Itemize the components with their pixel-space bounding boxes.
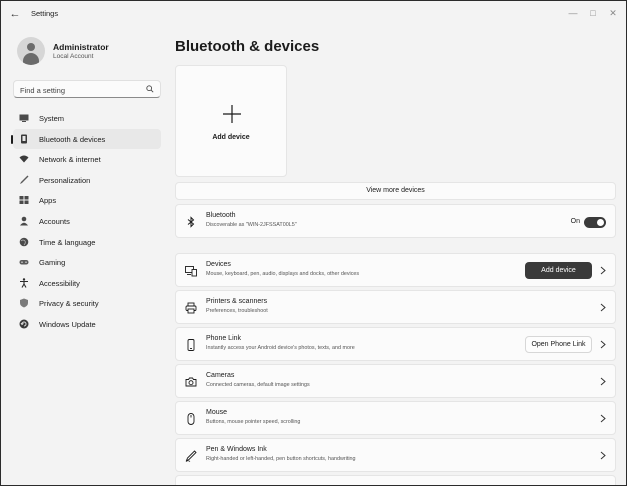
back-button[interactable]: ← bbox=[7, 6, 23, 22]
view-more-devices-button[interactable]: View more devices bbox=[175, 182, 616, 200]
globe-clock-icon bbox=[19, 237, 29, 246]
printers-subtitle: Preferences, troubleshoot bbox=[206, 308, 268, 314]
bluetooth-icon bbox=[187, 216, 195, 228]
sidebar-item-label: Time & language bbox=[39, 237, 96, 247]
mouse-icon bbox=[187, 413, 195, 425]
monitor-icon bbox=[19, 114, 29, 122]
avatar bbox=[17, 37, 45, 65]
chevron-right-icon bbox=[600, 266, 606, 275]
mouse-subtitle: Buttons, mouse pointer speed, scrolling bbox=[206, 419, 301, 425]
maximize-button[interactable]: □ bbox=[586, 7, 600, 19]
sidebar-item-label: Network & internet bbox=[39, 155, 101, 165]
wifi-icon bbox=[19, 155, 29, 163]
chevron-right-icon bbox=[600, 303, 606, 312]
sidebar-item-accessibility[interactable]: Accessibility bbox=[13, 273, 161, 294]
add-device-button[interactable]: Add device bbox=[525, 262, 592, 279]
chevron-right-icon bbox=[600, 377, 606, 386]
apps-icon bbox=[19, 196, 29, 205]
plus-icon bbox=[223, 105, 241, 123]
printers-scanners-card[interactable]: Printers & scanners Preferences, trouble… bbox=[175, 290, 616, 324]
printers-title: Printers & scanners bbox=[206, 298, 268, 305]
next-card-partial[interactable] bbox=[175, 475, 616, 485]
bluetooth-card: Bluetooth Discoverable as "WIN-2JFSSAT00… bbox=[175, 204, 616, 238]
devices-title: Devices bbox=[206, 261, 231, 268]
shield-icon bbox=[20, 298, 28, 308]
minimize-button[interactable]: — bbox=[566, 7, 580, 19]
sidebar-item-label: Apps bbox=[39, 196, 57, 206]
sidebar-item-network[interactable]: Network & internet bbox=[13, 149, 161, 170]
bluetooth-title: Bluetooth bbox=[206, 212, 236, 219]
open-phone-link-button[interactable]: Open Phone Link bbox=[525, 336, 592, 353]
brush-icon bbox=[20, 175, 29, 184]
user-name: Administrator bbox=[53, 42, 109, 52]
sidebar-item-label: Gaming bbox=[39, 258, 66, 268]
accessibility-icon bbox=[20, 278, 28, 288]
bluetooth-state-label: On bbox=[570, 218, 580, 225]
search-box[interactable] bbox=[13, 80, 161, 98]
add-device-tile[interactable]: Add device bbox=[175, 65, 287, 177]
mouse-title: Mouse bbox=[206, 409, 228, 416]
sidebar-item-time-language[interactable]: Time & language bbox=[13, 232, 161, 253]
sidebar-item-label: Privacy & security bbox=[39, 299, 99, 309]
mouse-card[interactable]: Mouse Buttons, mouse pointer speed, scro… bbox=[175, 401, 616, 435]
settings-window: ← Settings — □ ✕ Administrator Local Acc… bbox=[0, 0, 627, 486]
close-button[interactable]: ✕ bbox=[606, 7, 620, 19]
phone-link-subtitle: Instantly access your Android device's p… bbox=[206, 345, 355, 351]
search-icon[interactable] bbox=[146, 85, 154, 93]
toggle-knob bbox=[597, 219, 604, 226]
chevron-right-icon bbox=[600, 451, 606, 460]
sidebar-item-apps[interactable]: Apps bbox=[13, 190, 161, 211]
cameras-subtitle: Connected cameras, default image setting… bbox=[206, 382, 310, 388]
selection-indicator bbox=[11, 134, 13, 144]
bluetooth-toggle[interactable] bbox=[584, 217, 606, 228]
camera-icon bbox=[185, 377, 197, 387]
gamepad-icon bbox=[19, 260, 29, 265]
pen-icon bbox=[185, 450, 197, 462]
sidebar-item-gaming[interactable]: Gaming bbox=[13, 252, 161, 273]
chevron-right-icon bbox=[600, 340, 606, 349]
person-icon bbox=[20, 216, 28, 226]
sidebar-item-windows-update[interactable]: Windows Update bbox=[13, 314, 161, 335]
sidebar-item-bluetooth-devices[interactable]: Bluetooth & devices bbox=[11, 128, 161, 150]
sidebar-item-personalization[interactable]: Personalization bbox=[13, 170, 161, 191]
sidebar-item-label: Personalization bbox=[39, 175, 91, 185]
sidebar-item-label: Bluetooth & devices bbox=[39, 134, 106, 144]
sidebar-item-system[interactable]: System bbox=[13, 108, 161, 129]
pen-windows-ink-card[interactable]: Pen & Windows Ink Right-handed or left-h… bbox=[175, 438, 616, 472]
devices-card[interactable]: Devices Mouse, keyboard, pen, audio, dis… bbox=[175, 253, 616, 287]
app-title: Settings bbox=[31, 9, 59, 18]
phone-link-card[interactable]: Phone Link Instantly access your Android… bbox=[175, 327, 616, 361]
sidebar-item-label: Accessibility bbox=[39, 278, 80, 288]
sidebar-nav: System Bluetooth & devices Network & int… bbox=[11, 108, 161, 335]
add-device-tile-label: Add device bbox=[212, 134, 250, 141]
update-icon bbox=[19, 319, 29, 329]
chevron-right-icon bbox=[600, 414, 606, 423]
search-input[interactable] bbox=[20, 85, 140, 95]
sidebar-item-label: System bbox=[39, 114, 65, 123]
sidebar-item-label: Accounts bbox=[39, 216, 70, 226]
title-bar: ← Settings — □ ✕ bbox=[1, 1, 626, 27]
devices-icon bbox=[185, 266, 197, 277]
phone-link-title: Phone Link bbox=[206, 335, 242, 342]
cameras-card[interactable]: Cameras Connected cameras, default image… bbox=[175, 364, 616, 398]
cameras-title: Cameras bbox=[206, 372, 235, 379]
sidebar-item-accounts[interactable]: Accounts bbox=[13, 211, 161, 232]
sidebar-item-privacy-security[interactable]: Privacy & security bbox=[13, 293, 161, 314]
phone-icon bbox=[187, 339, 195, 351]
account-type: Local Account bbox=[53, 53, 94, 60]
sidebar-item-label: Windows Update bbox=[39, 319, 96, 329]
bluetooth-subtitle: Discoverable as "WIN-2JFSSAT00L5" bbox=[206, 222, 297, 228]
bluetooth-devices-icon bbox=[21, 134, 27, 144]
pen-subtitle: Right-handed or left-handed, pen button … bbox=[206, 456, 356, 462]
pen-title: Pen & Windows Ink bbox=[206, 446, 267, 453]
printer-icon bbox=[185, 302, 197, 314]
devices-subtitle: Mouse, keyboard, pen, audio, displays an… bbox=[206, 271, 360, 277]
page-title: Bluetooth & devices bbox=[175, 38, 320, 55]
